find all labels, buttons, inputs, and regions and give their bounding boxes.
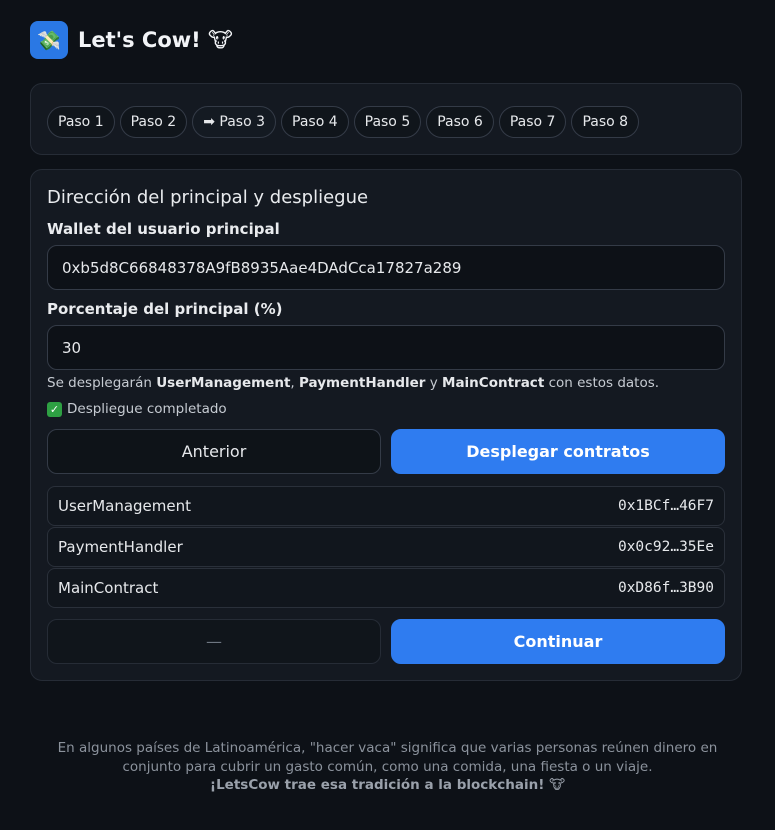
section-title: Dirección del principal y despliegue [47,187,369,208]
info-sep-1: , [290,375,299,391]
step-1-pill[interactable]: Paso 1 [47,106,115,138]
step-7-pill[interactable]: Paso 7 [498,106,567,138]
deploy-status: ✓ Despliegue completado [47,401,227,417]
contract-address: 0x1BCf…46F7 [617,498,714,514]
contract-row-usermanagement: UserManagement 0x1BCf…46F7 [47,486,725,526]
app-header: 💸 Let's Cow! 🐮 [30,21,233,59]
contract-address: 0x0c92…35Ee [617,539,714,555]
contract-row-paymenthandler: PaymentHandler 0x0c92…35Ee [47,527,725,567]
info-contract-paymenthandler: PaymentHandler [299,375,426,391]
wallet-input[interactable] [47,245,725,290]
info-contract-usermanagement: UserManagement [156,375,291,391]
previous-button[interactable]: Anterior [47,429,381,474]
info-sep-2: y [425,375,443,391]
step-3-pill[interactable]: ➡ Paso 3 [192,106,277,138]
steps-card: Paso 1 Paso 2 ➡ Paso 3 Paso 4 Paso 5 Pas… [30,83,742,155]
step-2-pill[interactable]: Paso 2 [119,106,188,138]
contract-name: UserManagement [58,497,192,515]
footer-tagline: ¡LetsCow trae esa tradición a la blockch… [209,777,566,793]
contract-name: PaymentHandler [58,538,183,556]
info-suffix: con estos datos. [544,375,660,391]
footer-line-2: conjunto para cubrir un gasto común, com… [122,758,653,775]
step-8-pill[interactable]: Paso 8 [571,106,640,138]
app-title: Let's Cow! 🐮 [78,28,233,52]
info-prefix: Se desplegarán [47,375,157,391]
check-icon: ✓ [47,401,62,417]
disabled-back-button: — [47,619,381,664]
continue-button[interactable]: Continuar [391,619,725,664]
step-5-pill[interactable]: Paso 5 [353,106,422,138]
step-4-pill[interactable]: Paso 4 [281,106,349,138]
wallet-label: Wallet del usuario principal [47,220,280,238]
logo-emoji: 💸 [37,29,61,52]
deploy-contracts-button[interactable]: Desplegar contratos [391,429,725,474]
percent-label: Porcentaje del principal (%) [47,300,283,318]
info-contract-maincontract: MainContract [442,375,545,391]
contract-name: MainContract [58,579,159,597]
money-icon: 💸 [30,21,68,59]
percent-input[interactable] [47,325,725,370]
deploy-info-text: Se desplegarán UserManagement, PaymentHa… [47,375,659,391]
step-6-pill[interactable]: Paso 6 [426,106,494,138]
footer-line-1: En algunos países de Latinoamérica, "hac… [57,740,718,756]
status-text: Despliegue completado [67,401,227,417]
contract-row-maincontract: MainContract 0xD86f…3B90 [47,568,725,608]
step-nav: Paso 1 Paso 2 ➡ Paso 3 Paso 4 Paso 5 Pas… [47,106,640,138]
footer: En algunos países de Latinoamérica, "hac… [0,739,775,795]
contract-address: 0xD86f…3B90 [617,580,714,596]
deploy-card: Dirección del principal y despliegue Wal… [30,169,742,681]
